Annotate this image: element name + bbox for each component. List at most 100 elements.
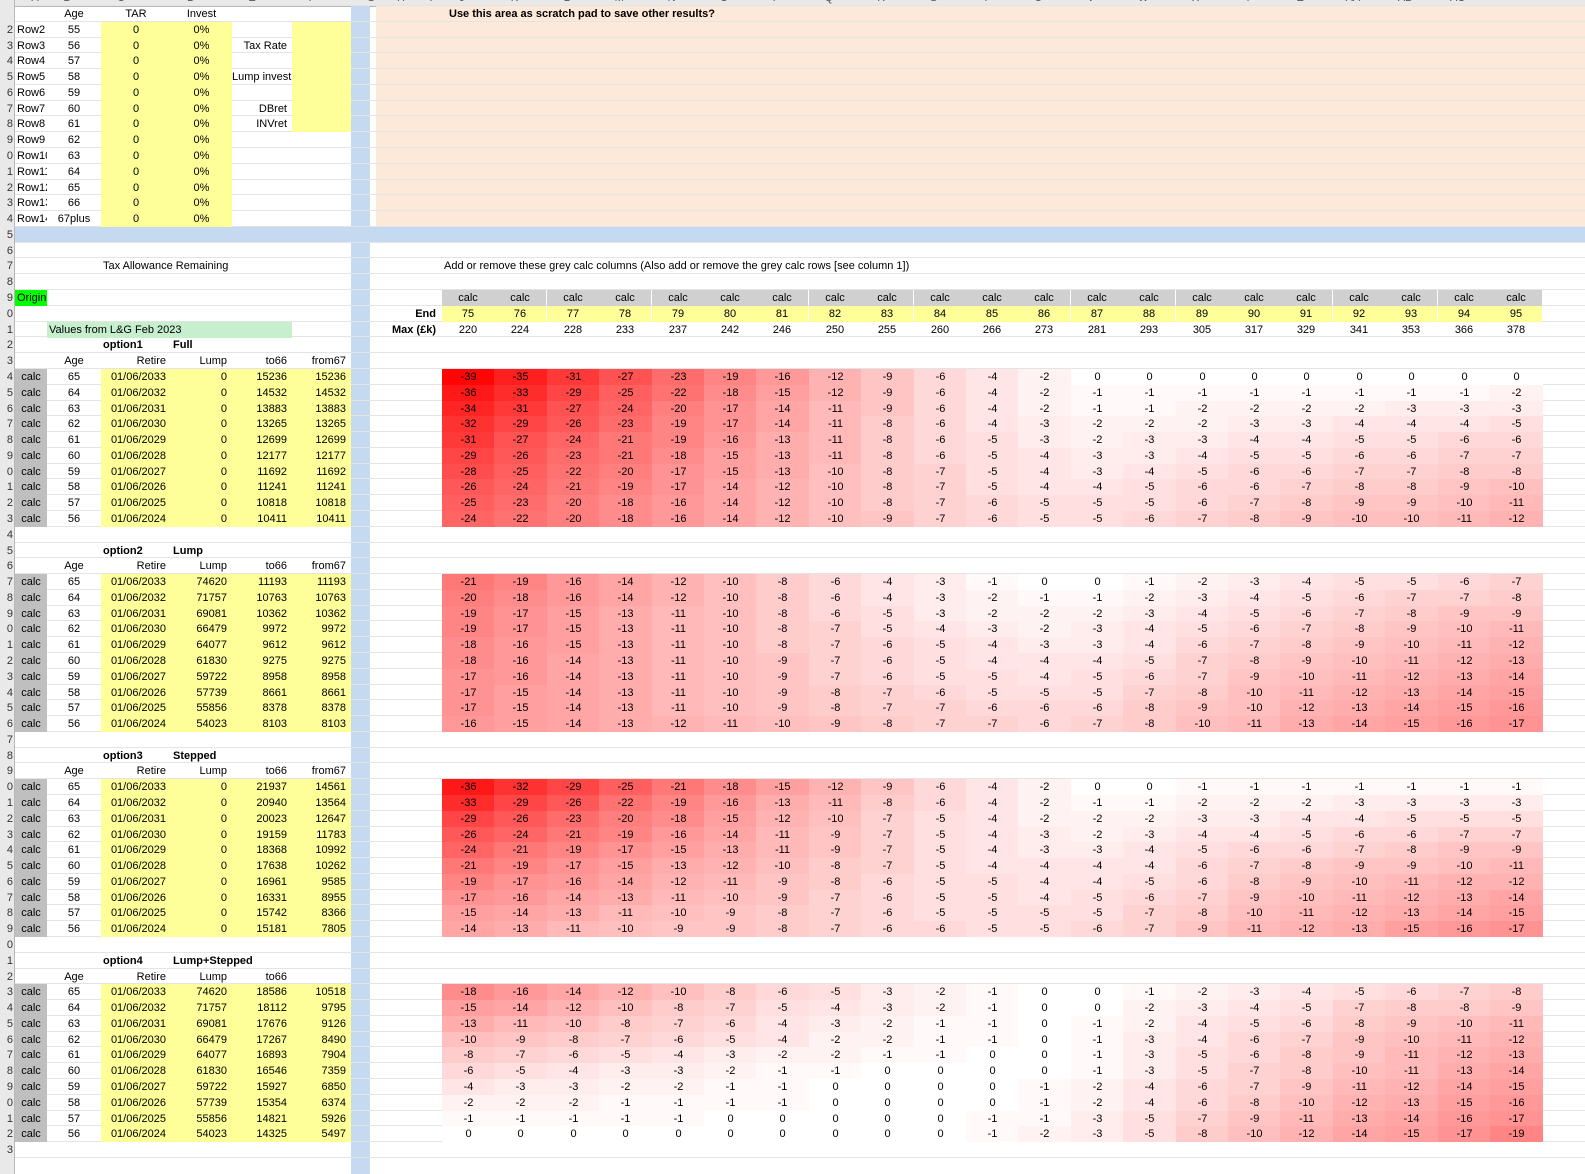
heat-cell[interactable]: -10 [1333, 511, 1386, 527]
heat-cell[interactable]: -18 [599, 511, 652, 527]
heat-cell[interactable]: 0 [1071, 984, 1124, 1000]
heat-cell[interactable]: -18 [442, 653, 495, 669]
heat-cell[interactable]: -5 [1438, 811, 1491, 827]
from67-input[interactable]: 13883 [292, 401, 351, 417]
heat-cell[interactable]: -6 [861, 874, 914, 890]
heat-cell[interactable]: -4 [1018, 464, 1071, 480]
age-cell[interactable]: 63 [47, 1016, 101, 1032]
heat-cell[interactable]: -11 [1438, 1032, 1491, 1048]
heat-cell[interactable]: 0 [1333, 369, 1386, 385]
to66-input[interactable]: 15354 [232, 1095, 292, 1111]
option-header[interactable] [292, 969, 351, 985]
heat-cell[interactable]: 0 [1176, 369, 1229, 385]
heat-cell[interactable]: -3 [1176, 590, 1229, 606]
heat-cell[interactable]: -5 [1490, 416, 1543, 432]
calc-column-header[interactable]: calc [442, 290, 494, 306]
age-cell[interactable]: 65 [47, 779, 101, 795]
heat-cell[interactable]: -5 [1228, 448, 1281, 464]
heat-cell[interactable]: -15 [1385, 1126, 1438, 1142]
heat-cell[interactable]: -2 [966, 590, 1019, 606]
heat-cell[interactable]: -6 [966, 700, 1019, 716]
calc-row-label[interactable]: calc [15, 811, 47, 827]
heat-cell[interactable]: -10 [809, 464, 862, 480]
row-number[interactable]: 9 [0, 448, 13, 464]
heat-cell[interactable]: -11 [809, 401, 862, 417]
heat-cell[interactable]: -1 [1071, 590, 1124, 606]
to66-input[interactable]: 18112 [232, 1000, 292, 1016]
tax-allowance-title[interactable]: Tax Allowance Remaining [101, 258, 301, 274]
heat-cell[interactable]: -8 [861, 495, 914, 511]
heat-cell[interactable]: -4 [1123, 842, 1176, 858]
heat-cell[interactable]: -5 [1123, 479, 1176, 495]
retire-date-input[interactable]: 01/06/2031 [101, 1016, 171, 1032]
retire-date-input[interactable]: 01/06/2028 [101, 858, 171, 874]
heat-cell[interactable]: -15 [704, 811, 757, 827]
top-age[interactable]: 62 [47, 132, 101, 148]
option-header[interactable]: from67 [292, 763, 351, 779]
heat-cell[interactable]: -8 [1228, 511, 1281, 527]
row-number[interactable]: 4 [0, 685, 13, 701]
to66-input[interactable]: 17676 [232, 1016, 292, 1032]
heat-cell[interactable]: -1 [652, 1111, 705, 1127]
heat-cell[interactable]: -20 [547, 495, 600, 511]
top-age[interactable]: 65 [47, 180, 101, 196]
heat-cell[interactable]: -1 [1018, 590, 1071, 606]
heat-cell[interactable]: -10 [704, 574, 757, 590]
heat-cell[interactable]: -4 [1228, 590, 1281, 606]
heat-cell[interactable]: -5 [861, 606, 914, 622]
heat-cell[interactable]: -1 [1018, 1111, 1071, 1127]
heat-cell[interactable]: -2 [1071, 811, 1124, 827]
heat-cell[interactable]: 0 [547, 1126, 600, 1142]
max-value-cell[interactable]: 220 [442, 322, 494, 338]
heat-cell[interactable]: -3 [704, 1047, 757, 1063]
heat-cell[interactable]: -6 [1018, 716, 1071, 732]
heat-cell[interactable]: -8 [1280, 858, 1333, 874]
heat-cell[interactable]: 0 [1018, 1063, 1071, 1079]
heat-cell[interactable]: -16 [494, 984, 547, 1000]
heat-cell[interactable]: -17 [494, 621, 547, 637]
heat-cell[interactable]: 0 [442, 1126, 495, 1142]
age-cell[interactable]: 58 [47, 685, 101, 701]
retire-date-input[interactable]: 01/06/2030 [101, 416, 171, 432]
heat-cell[interactable]: -13 [599, 621, 652, 637]
heat-cell[interactable]: -7 [1438, 984, 1491, 1000]
heat-cell[interactable]: -5 [1228, 1016, 1281, 1032]
heat-cell[interactable]: -10 [1333, 874, 1386, 890]
row-header-bar[interactable]: 2345678901234567890123456789012345678901… [0, 0, 15, 1174]
age-cell[interactable]: 59 [47, 1079, 101, 1095]
to66-input[interactable]: 10362 [232, 606, 292, 622]
age-cell[interactable]: 59 [47, 669, 101, 685]
heat-cell[interactable]: -1 [1071, 1016, 1124, 1032]
heat-cell[interactable]: -6 [1176, 1095, 1229, 1111]
heat-cell[interactable]: -4 [1071, 858, 1124, 874]
heat-cell[interactable]: -19 [704, 369, 757, 385]
heat-cell[interactable]: -4 [1280, 574, 1333, 590]
heat-cell[interactable]: -6 [652, 1032, 705, 1048]
origin-cell[interactable]: Origin [15, 290, 47, 306]
heat-cell[interactable]: -25 [494, 464, 547, 480]
heat-cell[interactable]: 0 [1071, 574, 1124, 590]
lump-input[interactable]: 61830 [171, 653, 232, 669]
heat-cell[interactable]: -13 [1385, 905, 1438, 921]
heat-cell[interactable]: -15 [547, 621, 600, 637]
heat-cell[interactable]: -4 [1018, 448, 1071, 464]
top-age[interactable]: 64 [47, 164, 101, 180]
age-cell[interactable]: 65 [47, 574, 101, 590]
heat-cell[interactable]: -6 [861, 669, 914, 685]
heat-cell[interactable]: -4 [1333, 811, 1386, 827]
heat-cell[interactable]: -1 [494, 1111, 547, 1127]
heat-cell[interactable]: -26 [494, 448, 547, 464]
end-age-cell[interactable]: 94 [1438, 306, 1490, 322]
heat-cell[interactable]: -15 [756, 779, 809, 795]
heat-cell[interactable]: -13 [442, 1016, 495, 1032]
heat-cell[interactable]: -9 [861, 385, 914, 401]
heat-cell[interactable]: -1 [1018, 1095, 1071, 1111]
option-header[interactable]: Age [47, 353, 101, 369]
heat-cell[interactable]: -2 [1280, 401, 1333, 417]
heat-cell[interactable]: -29 [442, 448, 495, 464]
heat-cell[interactable]: -10 [704, 653, 757, 669]
top-tar-input[interactable]: 0 [101, 22, 171, 38]
heat-cell[interactable]: 0 [1018, 1000, 1071, 1016]
heat-cell[interactable]: -3 [914, 606, 967, 622]
to66-input[interactable]: 8378 [232, 700, 292, 716]
